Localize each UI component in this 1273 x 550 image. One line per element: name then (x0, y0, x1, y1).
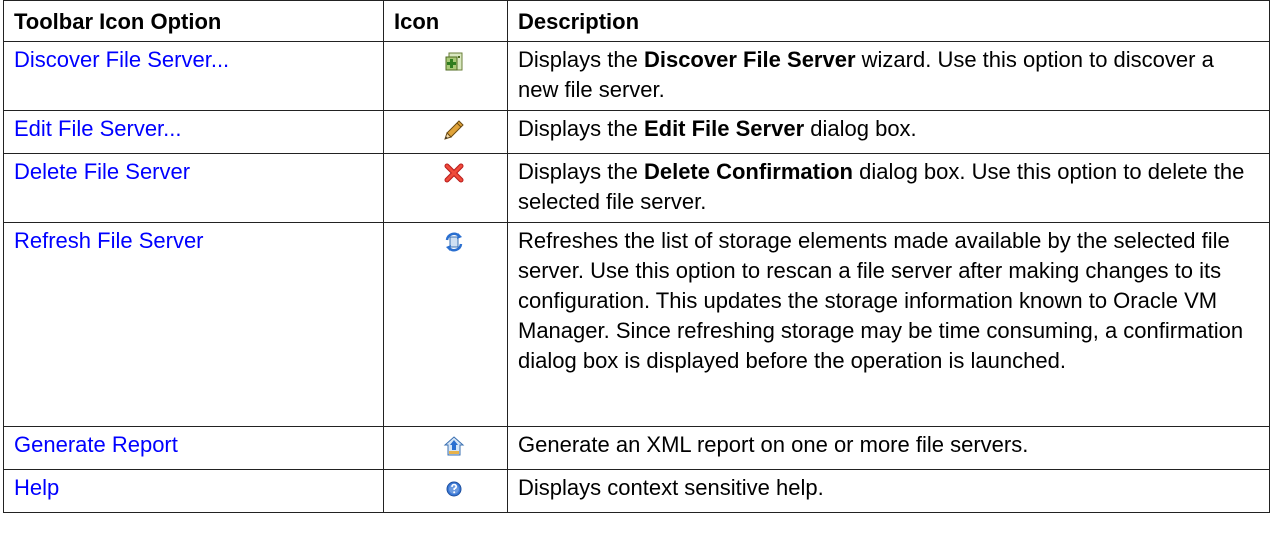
column-header-option: Toolbar Icon Option (3, 0, 384, 42)
description-edit-file-server: Displays the Edit File Server dialog box… (507, 110, 1270, 154)
description-discover-file-server: Displays the Discover File Server wizard… (507, 41, 1270, 111)
refresh-icon (443, 231, 465, 253)
description-delete-file-server: Displays the Delete Confirmation dialog … (507, 153, 1270, 223)
table-row: Generate Report Generate an XML report o… (3, 426, 1270, 470)
delete-x-icon (443, 162, 465, 184)
option-generate-report[interactable]: Generate Report (3, 426, 384, 470)
add-server-icon (443, 50, 465, 72)
option-edit-file-server[interactable]: Edit File Server... (3, 110, 384, 154)
report-icon (443, 435, 465, 457)
help-icon (443, 478, 465, 500)
option-delete-file-server[interactable]: Delete File Server (3, 153, 384, 223)
pencil-icon (443, 119, 465, 141)
option-discover-file-server[interactable]: Discover File Server... (3, 41, 384, 111)
table-row: Delete File Server Displays the Delete C… (3, 153, 1270, 223)
toolbar-options-table: Toolbar Icon Option Icon Description Dis… (3, 0, 1270, 513)
column-header-description: Description (507, 0, 1270, 42)
table-row: Discover File Server... Displays the Dis… (3, 41, 1270, 111)
description-refresh-file-server: Refreshes the list of storage elements m… (507, 222, 1270, 427)
option-help[interactable]: Help (3, 469, 384, 513)
table-row: Help Displays context sensitive help. (3, 469, 1270, 513)
table-header-row: Toolbar Icon Option Icon Description (3, 0, 1270, 42)
description-help: Displays context sensitive help. (507, 469, 1270, 513)
table-row: Refresh File Server Refreshes the list o… (3, 222, 1270, 427)
option-refresh-file-server[interactable]: Refresh File Server (3, 222, 384, 427)
table-row: Edit File Server... Displays the Edit Fi… (3, 110, 1270, 154)
column-header-icon: Icon (383, 0, 508, 42)
description-generate-report: Generate an XML report on one or more fi… (507, 426, 1270, 470)
